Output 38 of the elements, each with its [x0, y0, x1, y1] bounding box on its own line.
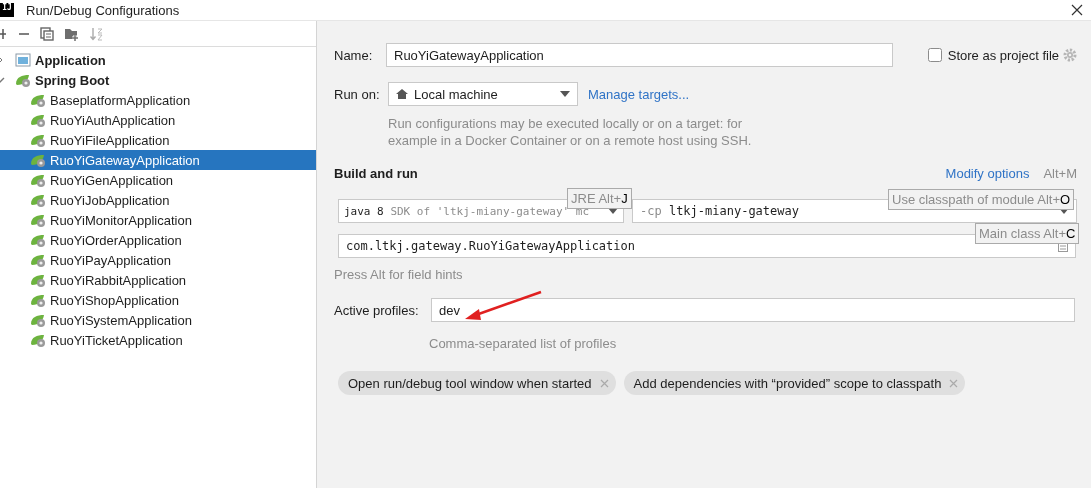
- tree-item[interactable]: RuoYiGenApplication: [0, 170, 316, 190]
- option-chip[interactable]: Add dependencies with “provided” scope to classpath: [623, 371, 966, 395]
- tree-item[interactable]: Application: [0, 50, 316, 70]
- tree-item[interactable]: RuoYiFileApplication: [0, 130, 316, 150]
- tree-item[interactable]: BaseplatformApplication: [0, 90, 316, 110]
- run-target-dropdown[interactable]: Local machine: [388, 82, 578, 106]
- manage-targets-link[interactable]: Manage targets...: [588, 86, 690, 102]
- tree-item[interactable]: RuoYiGatewayApplication: [0, 150, 316, 170]
- tree-item[interactable]: RuoYiMonitorApplication: [0, 210, 316, 230]
- tree-item[interactable]: RuoYiShopApplication: [0, 290, 316, 310]
- tree-item[interactable]: RuoYiOrderApplication: [0, 230, 316, 250]
- flag-text: -cp: [640, 204, 662, 218]
- tree-item[interactable]: RuoYiPayApplication: [0, 250, 316, 270]
- checkbox-label: Store as project file: [947, 47, 1059, 63]
- tree-item[interactable]: RuoYiTicketApplication: [0, 330, 316, 350]
- hint-text: Comma-separated list of profiles: [429, 336, 618, 351]
- section-title: Build and run: [334, 165, 418, 181]
- tree-item[interactable]: Spring Boot: [0, 70, 316, 90]
- tree-item[interactable]: RuoYiJobApplication: [0, 190, 316, 210]
- tooltip: Main class Alt+C: [975, 223, 1080, 244]
- module-name: ltkj-miany-gateway: [668, 204, 799, 218]
- tree-item[interactable]: RuoYiSystemApplication: [0, 310, 316, 330]
- help-text: Run configurations may be executed locally or on a target: for example in a Docker Container or on a remote host using SSH.: [388, 115, 753, 149]
- window-title: Run/Debug Configurations: [26, 2, 180, 18]
- field-label: Run on:: [334, 86, 381, 102]
- hint-text: Press Alt for field hints: [334, 267, 464, 282]
- option-chip[interactable]: Open run/debug tool window when started: [338, 371, 616, 395]
- name-field[interactable]: RuoYiGatewayApplication: [386, 43, 893, 67]
- field-label: Active profiles:: [334, 302, 420, 318]
- shortcut-text: Alt+M: [1043, 165, 1077, 181]
- tree-item[interactable]: RuoYiRabbitApplication: [0, 270, 316, 290]
- tree-item[interactable]: RuoYiAuthApplication: [0, 110, 316, 130]
- jre-version: java 8: [344, 204, 384, 218]
- tooltip: Use classpath of module Alt+O: [888, 189, 1075, 210]
- tooltip: JRE Alt+J: [567, 188, 632, 209]
- modify-options-link[interactable]: Modify options: [945, 165, 1030, 181]
- profiles-field[interactable]: dev: [431, 298, 1075, 322]
- app-logo: IJ: [0, 3, 14, 17]
